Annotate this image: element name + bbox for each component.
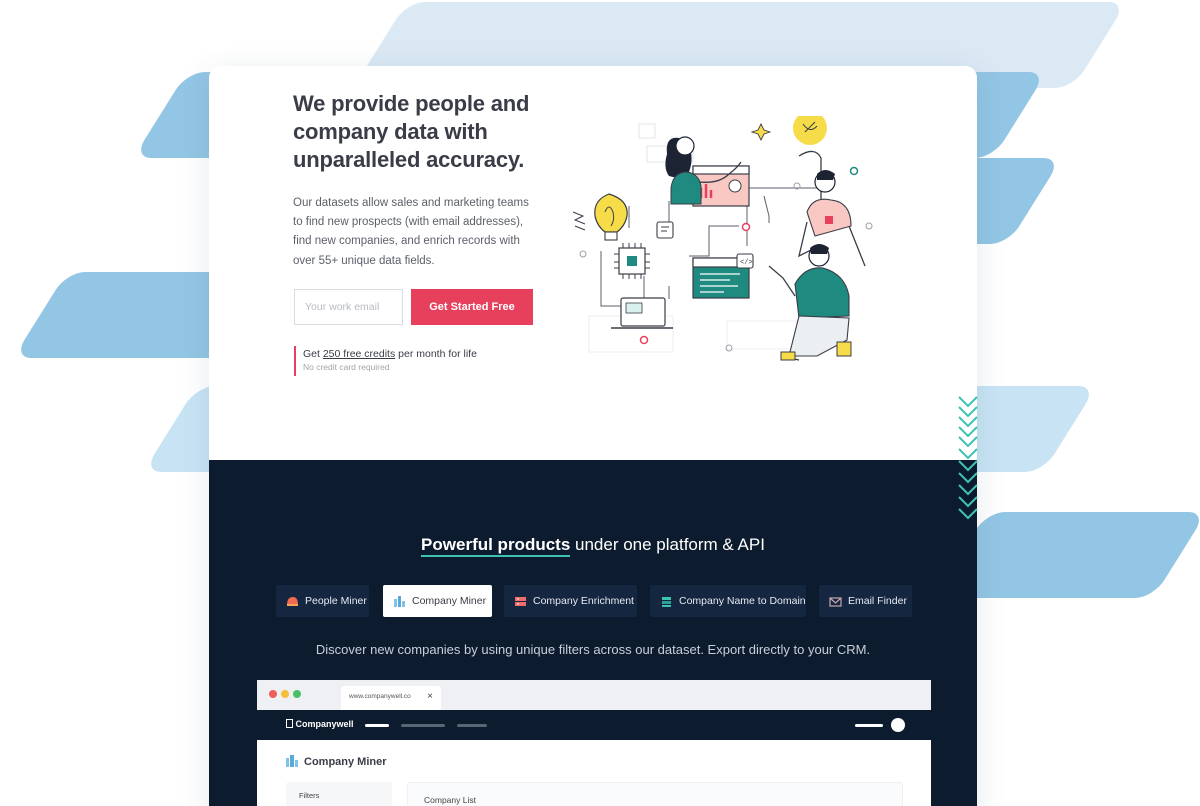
tab-label: Company Miner [412,595,487,607]
mock-body: Company Miner Filters Company List [257,740,931,806]
mock-navbar: Companywell [257,710,931,740]
tab-email-finder[interactable]: Email Finder [819,585,912,617]
mock-nav-bar [457,724,487,727]
get-started-button[interactable]: Get Started Free [411,289,533,325]
credits-note: Get 250 free credits per month for life … [294,346,477,376]
tab-label: People Miner [305,595,367,607]
minimize-dot-icon [281,690,289,698]
browser-tab: www.companywell.co × [341,686,441,710]
hero-section: We provide people and company data with … [209,66,977,460]
envelope-icon [829,596,842,607]
product-tabs: People Miner Company Miner Company Enric… [276,585,916,617]
credits-subtext: No credit card required [303,362,390,372]
helmet-icon [287,596,298,606]
tab-company-miner[interactable]: Company Miner [383,585,492,617]
tab-label: Email Finder [848,595,907,607]
maximize-dot-icon [293,690,301,698]
database-icon [515,596,526,606]
mock-nav-bar [365,724,389,727]
free-credits-link[interactable]: 250 free credits [323,348,395,360]
mock-nav-bar [855,724,883,727]
logo-icon [286,719,293,728]
mock-logo-text: Companywell [295,719,354,729]
hero-title: We provide people and company data with … [293,91,530,172]
close-dot-icon [269,690,277,698]
credits-suffix: per month for life [395,348,477,360]
stack-icon [662,596,671,607]
decorative-pattern [958,396,978,520]
products-section: Powerful products under one platform & A… [209,460,977,806]
close-icon: × [427,691,433,702]
page-stage: We provide people and company data with … [0,0,1200,806]
hero-illustration: </> [572,116,873,361]
browser-mockup: www.companywell.co × Companywell Company… [257,680,931,806]
products-title-highlight: Powerful products [421,535,571,557]
mock-nav-bar [401,724,445,727]
mock-page-title: Company Miner [304,756,387,768]
product-description: Discover new companies by using unique f… [315,642,871,657]
buildings-icon [394,595,405,607]
tab-people-miner[interactable]: People Miner [276,585,369,617]
mock-logo: Companywell [286,719,354,729]
avatar [891,718,905,732]
mock-company-list: Company List [407,782,903,806]
browser-chrome: www.companywell.co × [257,680,931,710]
buildings-icon [286,755,298,767]
products-title: Powerful products under one platform & A… [209,535,977,557]
browser-url: www.companywell.co [349,693,411,700]
products-title-rest: under one platform & API [570,535,765,554]
mock-filters-panel: Filters [286,782,392,806]
email-input[interactable] [294,289,403,325]
tab-company-enrichment[interactable]: Company Enrichment [504,585,637,617]
page-card: We provide people and company data with … [209,66,977,806]
credits-line: Get 250 free credits per month for life [303,346,477,362]
svg-text:</>: </> [740,259,753,267]
hero-description: Our datasets allow sales and marketing t… [293,197,529,267]
tab-company-name-to-domain[interactable]: Company Name to Domain [650,585,806,617]
tab-label: Company Enrichment [533,595,634,607]
credits-prefix: Get [303,348,323,360]
tab-label: Company Name to Domain [679,595,806,607]
